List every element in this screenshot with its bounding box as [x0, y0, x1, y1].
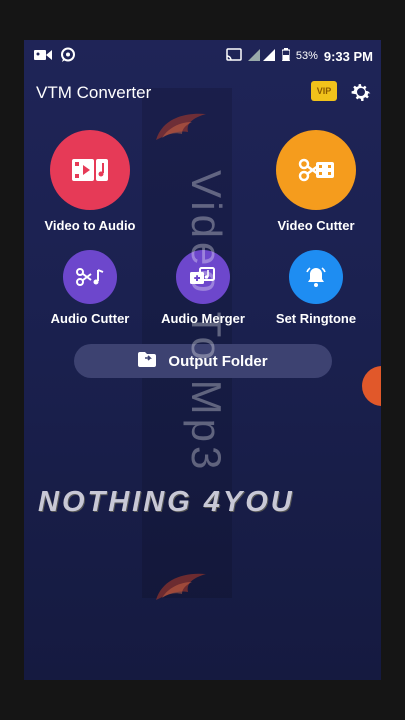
whatsapp-icon	[60, 47, 76, 66]
app-title: VTM Converter	[36, 83, 152, 102]
video-cutter-label: Video Cutter	[277, 218, 355, 233]
vip-icon[interactable]: VIP	[311, 81, 337, 101]
battery-percent: 53%	[295, 50, 318, 62]
audio-cutter-label: Audio Cutter	[50, 311, 130, 326]
floating-bubble[interactable]	[362, 366, 381, 406]
app-bar: VTM Converter VIP	[24, 76, 381, 112]
flame-decoration	[156, 573, 206, 600]
video-to-audio-label: Video to Audio	[44, 218, 136, 233]
phone-screen: 53% 9:33 PM VTM Converter VIP Video to A…	[24, 40, 381, 680]
gear-icon[interactable]	[349, 80, 373, 104]
folder-icon	[138, 351, 157, 371]
watermark-text: NOTHING 4YOU	[38, 486, 295, 518]
clock: 9:33 PM	[323, 48, 373, 64]
video-cutter-button[interactable]: Video Cutter	[266, 130, 366, 233]
film-music-icon	[50, 130, 130, 210]
set-ringtone-button[interactable]: Set Ringtone	[266, 250, 366, 326]
signal-icon	[247, 48, 276, 64]
battery-icon	[281, 48, 291, 64]
cast-icon	[226, 48, 242, 64]
bell-icon	[289, 250, 343, 304]
video-camera-icon	[34, 48, 52, 65]
set-ringtone-label: Set Ringtone	[275, 311, 357, 326]
scissors-music-icon	[63, 250, 117, 304]
status-bar: 53% 9:33 PM	[24, 40, 381, 72]
video-to-audio-button[interactable]: Video to Audio	[40, 130, 140, 233]
audio-cutter-button[interactable]: Audio Cutter	[40, 250, 140, 326]
flame-decoration	[156, 113, 206, 140]
scissors-film-icon	[276, 130, 356, 210]
